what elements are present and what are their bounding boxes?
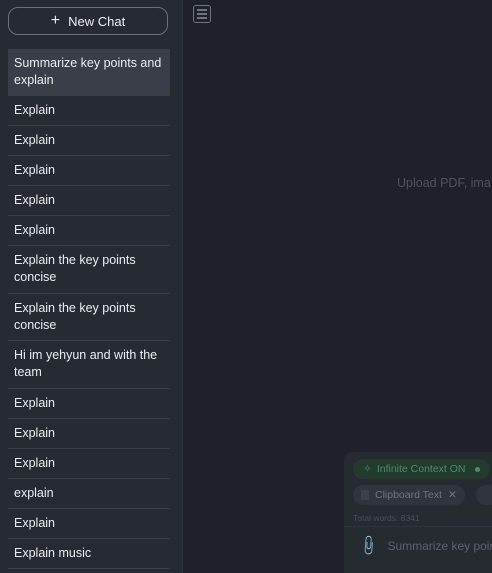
chat-history-list: Summarize key points and explain Explain… [8,49,170,569]
chat-item-label: Explain [14,395,55,410]
chat-history-item[interactable]: Explain the key points concise [8,294,170,341]
word-count: Total words: 8341 [353,513,420,523]
infinite-context-label: Infinite Context ON [376,463,466,475]
close-icon[interactable]: ✕ [448,489,457,501]
chat-history-item[interactable]: Explain [8,156,170,186]
sidebar: + New Chat Summarize key points and expl… [0,0,183,573]
composer: ✧ Infinite Context ON Clipboard Text ✕ T… [344,452,492,573]
chat-item-label: Explain [14,455,55,470]
chat-item-label: Explain [14,425,55,440]
divider [344,526,492,527]
chat-item-label: explain [14,485,54,500]
chat-history-item[interactable]: explain [8,479,170,509]
chat-history-item[interactable]: Explain [8,216,170,246]
toggle-sidebar-icon[interactable] [193,5,211,23]
main-panel: Upload PDF, ima ✧ Infinite Context ON Cl… [183,0,492,573]
chat-item-label: Explain [14,103,55,117]
chat-item-label: Explain [14,163,55,177]
chat-history-item[interactable]: Explain [8,96,170,126]
message-input-row[interactable]: 📎 Summarize key poin [357,533,492,557]
status-dot-icon [474,466,480,472]
chat-history-item[interactable]: Explain [8,389,170,419]
chat-history-item[interactable]: Explain music [8,539,170,569]
chat-item-label: Explain [14,193,55,207]
chat-history-item[interactable]: Explain [8,509,170,539]
chat-item-label: Hi im yehyun and with the team [14,348,158,380]
chat-history-item[interactable]: Hi im yehyun and with the team [8,341,170,389]
chat-history-item[interactable]: Summarize key points and explain [8,49,170,96]
extra-chip[interactable] [476,485,492,505]
sparkle-icon: ✧ [363,463,372,475]
chat-item-label: Explain [14,133,55,147]
chat-item-label: Summarize key points and explain [14,56,162,87]
chat-history-item[interactable]: Explain [8,419,170,449]
clipboard-text-chip[interactable]: Clipboard Text ✕ [353,485,465,505]
chat-history-item[interactable]: Explain [8,449,170,479]
chat-item-label: Explain [14,515,55,530]
chat-item-label: Explain the key points concise [14,300,136,332]
chat-item-label: Explain music [14,545,92,560]
infinite-context-toggle[interactable]: ✧ Infinite Context ON [353,459,490,479]
chat-item-label: Explain [14,223,55,237]
plus-icon: + [50,12,61,29]
new-chat-label: New Chat [68,13,126,29]
clipboard-text-label: Clipboard Text [375,489,442,501]
document-icon [361,490,369,500]
new-chat-button[interactable]: + New Chat [8,7,168,35]
message-input[interactable]: Summarize key poin [387,539,492,553]
chat-history-item[interactable]: Explain [8,186,170,216]
chat-item-label: Explain the key points concise [14,253,136,285]
chat-history-item[interactable]: Explain the key points concise [8,246,170,294]
upload-hint: Upload PDF, ima [397,176,491,190]
paperclip-icon[interactable]: 📎 [357,533,381,557]
chat-history-item[interactable]: Explain [8,126,170,156]
